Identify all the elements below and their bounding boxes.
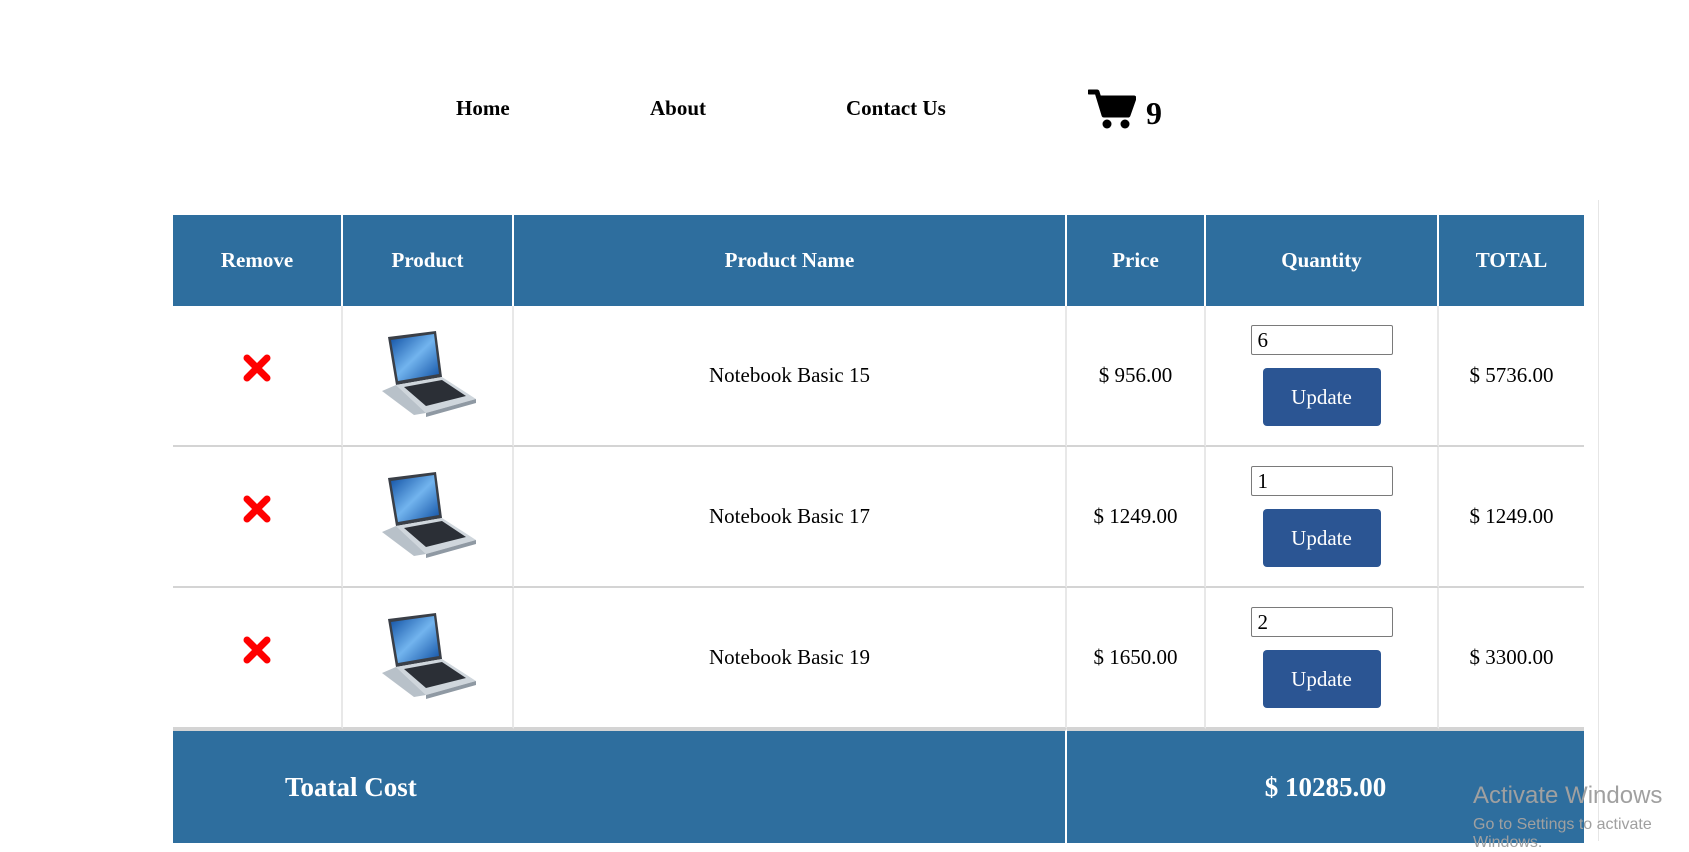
table-row: Notebook Basic 17 $ 1249.00 Update $ 124… <box>173 447 1584 588</box>
total-row: Toatal Cost $ 10285.00 <box>173 729 1584 843</box>
header-price: Price <box>1067 215 1206 306</box>
quantity-input[interactable] <box>1250 607 1393 637</box>
total-cost-label: Toatal Cost <box>173 729 1067 843</box>
table-row: Notebook Basic 19 $ 1650.00 Update $ 330… <box>173 588 1584 729</box>
quantity-input[interactable] <box>1250 325 1393 355</box>
quantity-input[interactable] <box>1250 466 1393 496</box>
update-button[interactable]: Update <box>1262 509 1381 567</box>
quantity-cell: Update <box>1206 447 1439 588</box>
remove-cell <box>173 306 343 447</box>
product-price: $ 956.00 <box>1067 306 1206 447</box>
product-price: $ 1650.00 <box>1067 588 1206 729</box>
divider <box>1598 200 1599 841</box>
header-remove: Remove <box>173 215 343 306</box>
product-price: $ 1249.00 <box>1067 447 1206 588</box>
product-name: Notebook Basic 17 <box>514 447 1067 588</box>
top-nav: Home About Contact Us 9 <box>0 86 1689 136</box>
header-product: Product <box>343 215 514 306</box>
remove-cell <box>173 588 343 729</box>
laptop-image <box>381 471 476 558</box>
update-button[interactable]: Update <box>1262 368 1381 426</box>
nav-contact-link[interactable]: Contact Us <box>846 96 946 121</box>
remove-x-icon[interactable] <box>243 495 271 529</box>
table-header-row: Remove Product Product Name Price Quanti… <box>173 215 1584 306</box>
nav-about-link[interactable]: About <box>650 96 706 121</box>
cart-table: Remove Product Product Name Price Quanti… <box>173 215 1584 843</box>
table-row: Notebook Basic 15 $ 956.00 Update $ 5736… <box>173 306 1584 447</box>
header-quantity: Quantity <box>1206 215 1439 306</box>
quantity-cell: Update <box>1206 306 1439 447</box>
shopping-cart-icon <box>1088 89 1136 129</box>
update-button[interactable]: Update <box>1262 650 1381 708</box>
total-cost-value: $ 10285.00 <box>1067 729 1584 843</box>
quantity-cell: Update <box>1206 588 1439 729</box>
header-total: TOTAL <box>1439 215 1584 306</box>
cart-count: 9 <box>1146 95 1162 131</box>
remove-cell <box>173 447 343 588</box>
remove-x-icon[interactable] <box>243 636 271 670</box>
row-total: $ 5736.00 <box>1439 306 1584 447</box>
product-image-cell <box>343 447 514 588</box>
laptop-image <box>381 330 476 417</box>
product-name: Notebook Basic 19 <box>514 588 1067 729</box>
product-image-cell <box>343 588 514 729</box>
product-image-cell <box>343 306 514 447</box>
row-total: $ 3300.00 <box>1439 588 1584 729</box>
laptop-image <box>381 612 476 699</box>
header-product-name: Product Name <box>514 215 1067 306</box>
remove-x-icon[interactable] <box>243 354 271 388</box>
row-total: $ 1249.00 <box>1439 447 1584 588</box>
product-name: Notebook Basic 15 <box>514 306 1067 447</box>
nav-home-link[interactable]: Home <box>456 96 510 121</box>
